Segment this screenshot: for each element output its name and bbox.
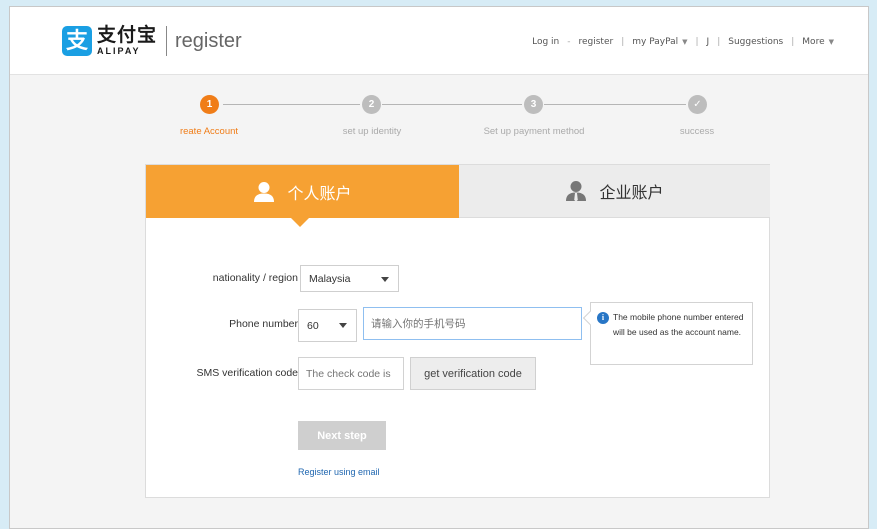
- chevron-down-icon: [339, 323, 347, 328]
- get-verification-code-button[interactable]: get verification code: [410, 357, 536, 390]
- phone-hint-tooltip: i The mobile phone number entered will b…: [582, 302, 753, 365]
- nationality-label: nationality / region: [212, 272, 298, 284]
- registration-card: 个人账户 企业账户 nationality / region Malaysia …: [145, 164, 770, 498]
- alipay-logo-icon: 支: [62, 26, 92, 56]
- step-success-check-icon: ✓: [688, 95, 707, 114]
- top-navigation: Log in - register | my PayPal ▼ | J | Sug…: [532, 37, 834, 47]
- country-code-select[interactable]: 60: [298, 309, 357, 342]
- nationality-value: Malaysia: [309, 272, 351, 285]
- nav-separator: |: [717, 37, 721, 47]
- user-icon: [254, 181, 275, 202]
- nav-separator: -: [567, 37, 571, 47]
- step-connector: [382, 104, 522, 105]
- page-title: register: [175, 29, 242, 52]
- next-step-button[interactable]: Next step: [298, 421, 386, 450]
- register-using-email-link[interactable]: Register using email: [298, 467, 380, 477]
- nav-register-link[interactable]: register: [578, 37, 613, 47]
- step-2-icon: 2: [362, 95, 381, 114]
- chevron-down-icon: ▼: [828, 38, 834, 46]
- site-header: 支 支付宝 ALIPAY register Log in - register …: [10, 7, 868, 75]
- tooltip-arrow: [582, 310, 598, 326]
- logo-english-text: ALIPAY: [97, 46, 141, 56]
- tab-personal-account[interactable]: 个人账户: [146, 165, 459, 218]
- nav-separator: |: [621, 37, 625, 47]
- sms-code-label: SMS verification code: [196, 367, 298, 379]
- registration-progress: 1 2 3 ✓ reate Account set up identity Se…: [150, 95, 750, 145]
- step-2-label: set up identity: [342, 126, 402, 137]
- sms-code-input[interactable]: [298, 357, 404, 390]
- nav-separator: |: [695, 37, 699, 47]
- tab-business-label: 企业账户: [599, 185, 664, 202]
- tab-personal-label: 个人账户: [287, 185, 352, 203]
- chevron-down-icon: [381, 277, 389, 282]
- logo-wordmark: 支付宝 ALIPAY: [97, 26, 157, 56]
- phone-number-label: Phone number: [229, 318, 298, 330]
- nav-more-label: More: [802, 37, 825, 47]
- active-tab-pointer: [291, 218, 309, 227]
- nav-more-menu[interactable]: More ▼: [802, 37, 834, 47]
- nav-login-link[interactable]: Log in: [532, 37, 559, 47]
- nav-my-paypal-menu[interactable]: my PayPal ▼: [632, 37, 687, 47]
- nav-suggestions-link[interactable]: Suggestions: [728, 37, 783, 47]
- step-3-icon: 3: [524, 95, 543, 114]
- business-user-icon: [566, 181, 587, 202]
- alipay-logo[interactable]: 支 支付宝 ALIPAY register: [62, 23, 242, 59]
- tab-business-account[interactable]: 企业账户: [459, 165, 770, 218]
- nav-separator: |: [791, 37, 795, 47]
- tooltip-text: The mobile phone number entered will be …: [613, 312, 744, 337]
- logo-chinese-text: 支付宝: [97, 25, 158, 46]
- chevron-down-icon: ▼: [682, 38, 688, 46]
- step-1-icon: 1: [200, 95, 219, 114]
- step-connector: [223, 104, 360, 105]
- step-4-label: success: [679, 126, 715, 137]
- nationality-select[interactable]: Malaysia: [300, 265, 399, 292]
- country-code-value: 60: [307, 319, 319, 332]
- nav-j-link[interactable]: J: [707, 37, 710, 47]
- phone-number-input[interactable]: [363, 307, 582, 340]
- browser-frame: 支 支付宝 ALIPAY register Log in - register …: [9, 6, 869, 529]
- logo-divider: [166, 26, 168, 56]
- step-connector: [544, 104, 686, 105]
- info-icon: i: [597, 312, 609, 324]
- nav-my-paypal-label: my PayPal: [632, 37, 679, 47]
- step-3-label: Set up payment method: [483, 126, 585, 137]
- step-1-label: reate Account: [179, 126, 239, 137]
